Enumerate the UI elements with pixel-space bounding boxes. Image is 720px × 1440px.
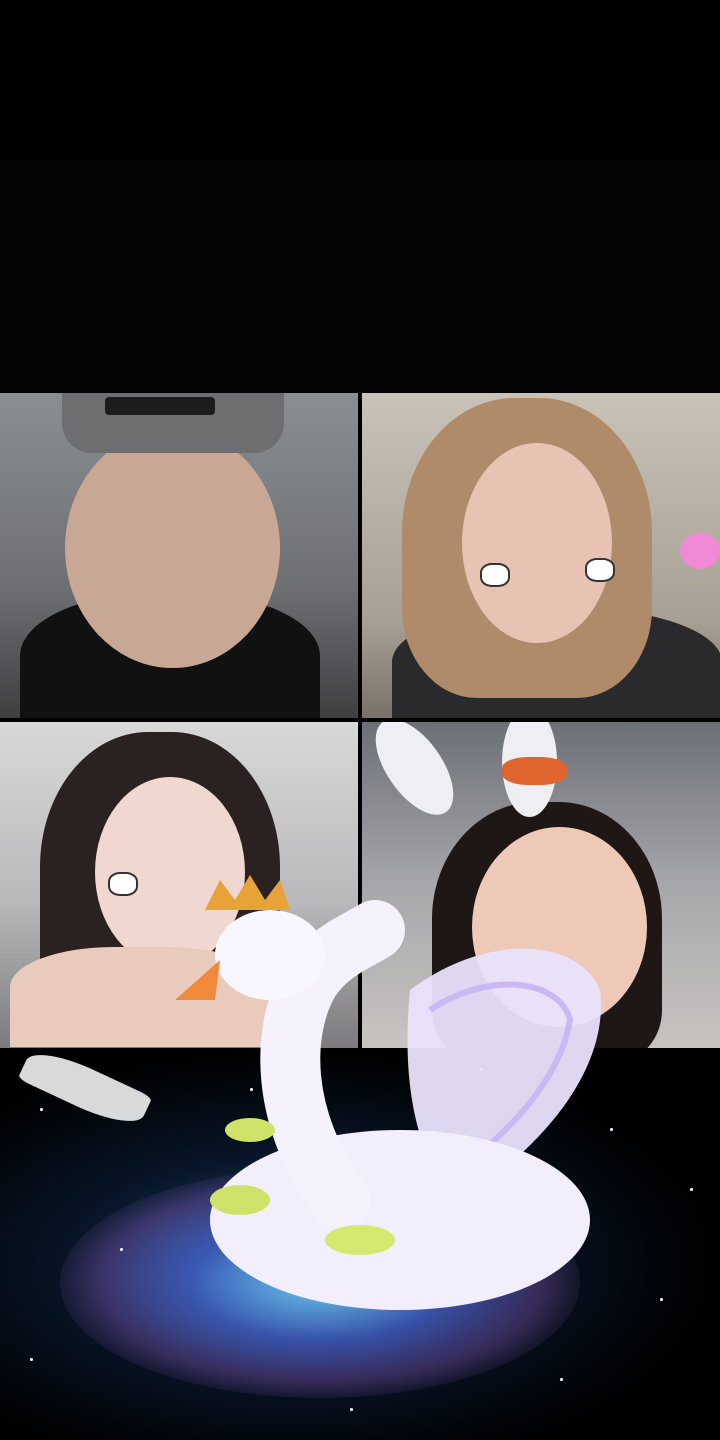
video-tile-participant-3[interactable] [0,722,358,1048]
gift-effect-background [0,1048,720,1440]
participant-face [65,428,280,668]
participant-face [472,827,647,1027]
hand-heart-gesture [10,947,270,1047]
gift-glow [60,1168,580,1398]
cat-sticker-icon [480,563,510,587]
stream-header-area [0,160,720,393]
cap-strap [105,397,215,415]
bunny-ear-left-icon [362,722,469,828]
video-tile-participant-2[interactable] [362,393,720,718]
top-black-bar [0,0,720,160]
carrot-icon [502,757,567,785]
video-call-grid [0,393,720,1048]
pink-creature-sticker-icon [680,533,720,569]
cat-sticker-icon [585,558,615,582]
feather-icon [17,1048,153,1134]
video-tile-participant-4[interactable] [362,722,720,1048]
video-tile-participant-1[interactable] [0,393,358,718]
participant-face [462,443,612,643]
cat-sticker-icon [108,872,138,896]
